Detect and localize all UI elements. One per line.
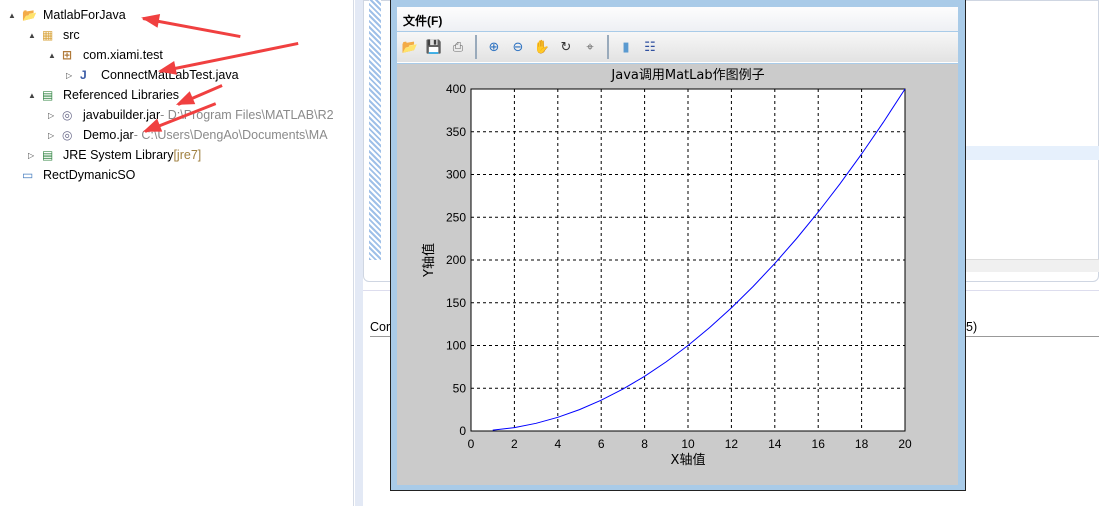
menu-file[interactable]: 文件(F) (403, 14, 442, 28)
x-tick-label: 20 (898, 437, 912, 451)
y-tick-label: 50 (453, 381, 467, 395)
tree-item-detail: [jre7] (173, 148, 202, 162)
x-tick-label: 18 (855, 437, 869, 451)
tree-item[interactable]: ▭ RectDymanicSO (8, 165, 135, 185)
tree-item[interactable]: ▲ 📂 MatlabForJava (8, 5, 126, 25)
toolbar-separator (607, 35, 609, 59)
x-axis-label: X轴值 (671, 452, 706, 468)
highlighted-line (965, 146, 1099, 160)
expand-toggle-icon[interactable]: ▲ (8, 11, 18, 20)
tree-item-label: src (63, 28, 80, 42)
zoom-in-icon[interactable]: ⊕ (484, 37, 504, 57)
save-icon[interactable]: 💾 (424, 37, 444, 57)
figure-toolbar: 📂 💾 ⎙ ⊕ ⊖ ✋ ↻ ⌖ ▮ ☷ (397, 32, 958, 63)
scrollbar[interactable] (369, 0, 381, 260)
tree-item-label: MatlabForJava (43, 8, 126, 22)
y-axis-label: Y轴值 (421, 243, 437, 278)
x-tick-label: 4 (554, 437, 561, 451)
expand-toggle-icon[interactable]: ▲ (28, 31, 38, 40)
jar-icon: ◎ (62, 108, 73, 122)
toolbar-separator (475, 35, 477, 59)
zoom-out-icon[interactable]: ⊖ (508, 37, 528, 57)
tree-item-label: JRE System Library (63, 148, 174, 162)
library-icon: ▤ (42, 148, 54, 162)
y-tick-label: 300 (446, 168, 466, 182)
console-text: 5) (966, 320, 978, 334)
open-icon[interactable]: 📂 (400, 37, 420, 57)
y-tick-label: 150 (446, 296, 466, 310)
colorbar-icon[interactable]: ▮ (616, 37, 636, 57)
tree-item-label: javabuilder.jar (83, 108, 161, 122)
pan-icon[interactable]: ✋ (532, 37, 552, 57)
y-tick-label: 250 (446, 210, 466, 224)
tree-item[interactable]: ▲ ⊞ com.xiami.test (48, 45, 163, 65)
console-tab[interactable]: Cor (370, 320, 390, 334)
x-tick-label: 16 (812, 437, 826, 451)
expand-toggle-icon[interactable]: ▷ (48, 111, 58, 120)
expand-toggle-icon[interactable]: ▷ (48, 131, 58, 140)
plot-area: 0 2 4 6 8 10 12 14 16 18 20 0 50 100 150 200 250 300 350 40… (397, 64, 958, 485)
tree-item-label: com.xiami.test (83, 48, 163, 62)
source-folder-icon: ▦ (42, 28, 54, 42)
view-separator[interactable] (355, 0, 363, 506)
y-tick-label: 350 (446, 125, 466, 139)
jar-icon: ◎ (62, 128, 73, 142)
y-tick-label: 0 (459, 424, 466, 438)
menu-bar: 文件(F) (397, 7, 958, 31)
x-tick-label: 6 (598, 437, 605, 451)
library-icon: ▤ (42, 88, 54, 102)
tree-item-label: RectDymanicSO (43, 168, 136, 182)
tree-item[interactable]: ▲ ▤ Referenced Libraries (28, 85, 179, 105)
java-file-icon: J (80, 68, 87, 82)
expand-toggle-icon[interactable]: ▲ (28, 91, 38, 100)
expand-toggle-icon[interactable]: ▲ (48, 51, 58, 60)
tree-item[interactable]: ▷ ▤ JRE System Library [jre7] (28, 145, 201, 165)
tree-item[interactable]: ▲ ▦ src (28, 25, 80, 45)
y-tick-label: 100 (446, 339, 466, 353)
project-open-icon: 📂 (22, 8, 37, 22)
x-tick-label: 10 (681, 437, 695, 451)
package-icon: ⊞ (62, 48, 73, 62)
package-explorer: ▲ 📂 MatlabForJava ▲ ▦ src ▲ ⊞ com.xiami.test ▷ J Co… (0, 0, 354, 506)
legend-icon[interactable]: ☷ (640, 37, 660, 57)
tree-item[interactable]: ▷ ◎ Demo.jar - C:\Users\DengAo\Documents\M… (48, 125, 328, 145)
rotate-icon[interactable]: ↻ (556, 37, 576, 57)
tree-item[interactable]: ▷ J ConnectMatLabTest.java (66, 65, 239, 85)
x-tick-label: 12 (725, 437, 739, 451)
chart-title: Java调用MatLab作图例子 (610, 68, 764, 83)
y-tick-label: 400 (446, 82, 466, 96)
tree-item-label: Referenced Libraries (63, 88, 180, 102)
project-closed-icon: ▭ (22, 168, 34, 182)
x-tick-label: 2 (511, 437, 518, 451)
x-tick-label: 8 (641, 437, 648, 451)
print-icon[interactable]: ⎙ (448, 37, 468, 57)
chart: 0 2 4 6 8 10 12 14 16 18 2005010015020025030035040… (421, 68, 912, 468)
x-tick-label: 14 (768, 437, 782, 451)
tree-item-label: Demo.jar (83, 128, 134, 142)
expand-toggle-icon[interactable]: ▷ (28, 151, 38, 160)
figure-window: 文件(F) 📂 💾 ⎙ ⊕ ⊖ ✋ ↻ ⌖ ▮ ☷ 0 2 4 6 8 10 12 14 16 18 20 0 50 100… (390, 0, 966, 491)
expand-toggle-icon[interactable]: ▷ (66, 71, 76, 80)
horizontal-scrollbar[interactable] (965, 259, 1099, 272)
data-cursor-icon[interactable]: ⌖ (580, 37, 600, 57)
x-tick-label: 0 (468, 437, 475, 451)
tree-item-detail: - C:\Users\DengAo\Documents\MA (133, 128, 328, 142)
y-tick-label: 200 (446, 253, 466, 267)
